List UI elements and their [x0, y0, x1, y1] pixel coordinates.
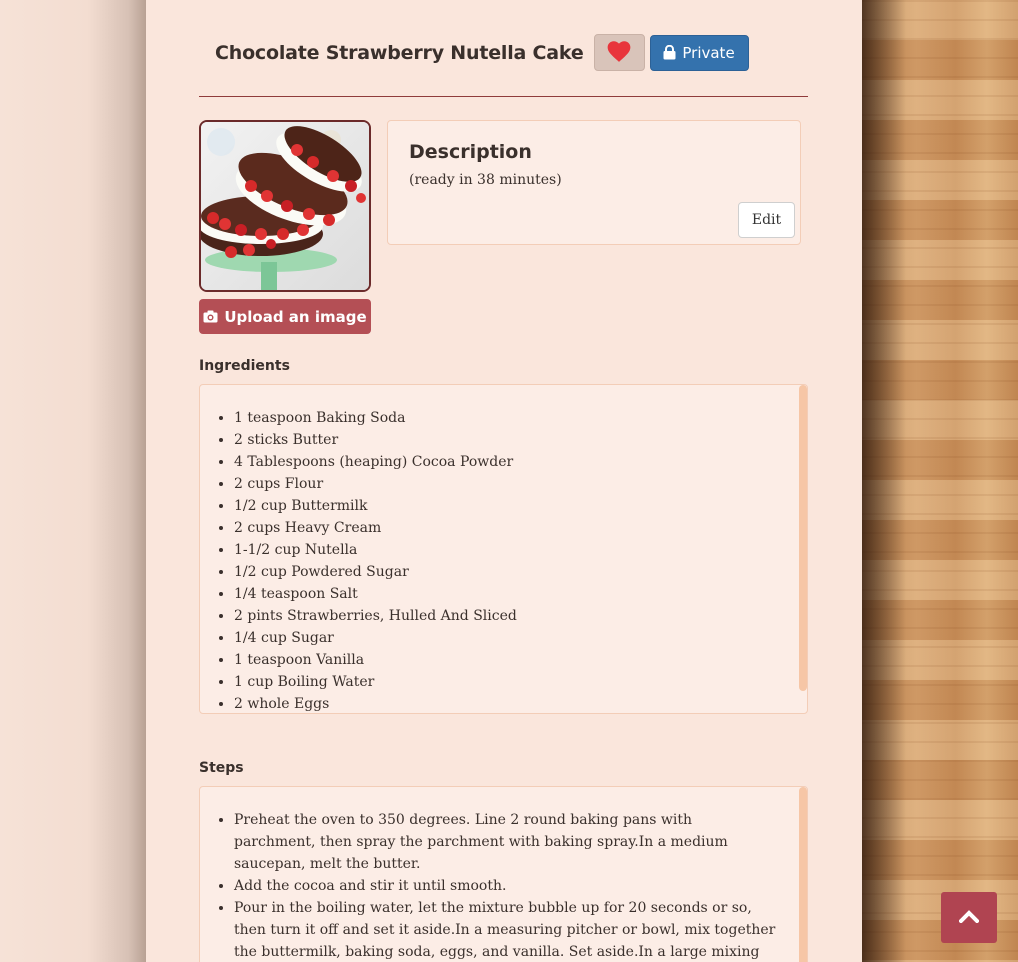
ingredient-item: 1 teaspoon Vanilla [234, 649, 787, 671]
title-row: Chocolate Strawberry Nutella Cake Privat… [215, 34, 749, 71]
title-divider [199, 96, 808, 97]
lock-icon [663, 45, 676, 60]
ingredient-item: 2 cups Heavy Cream [234, 517, 787, 539]
steps-scrollbar[interactable] [799, 787, 807, 962]
upload-image-label: Upload an image [224, 307, 367, 326]
ingredients-box[interactable]: 1 teaspoon Baking Soda2 sticks Butter4 T… [199, 384, 808, 714]
ingredient-item: 1-1/2 cup Nutella [234, 539, 787, 561]
recipe-photo [199, 120, 371, 292]
ingredient-item: 2 sticks Butter [234, 429, 787, 451]
wood-background [862, 0, 1018, 962]
scroll-to-top-button[interactable] [941, 892, 997, 943]
recipe-page: Chocolate Strawberry Nutella Cake Privat… [146, 0, 862, 962]
ingredients-scrollbar[interactable] [799, 385, 807, 691]
steps-box[interactable]: Preheat the oven to 350 degrees. Line 2 … [199, 786, 808, 962]
steps-list: Preheat the oven to 350 degrees. Line 2 … [200, 809, 777, 962]
ingredients-list: 1 teaspoon Baking Soda2 sticks Butter4 T… [200, 407, 787, 713]
favorite-button[interactable] [593, 34, 645, 71]
ingredient-item: 1 cup Boiling Water [234, 671, 787, 693]
private-button[interactable]: Private [649, 34, 749, 71]
ingredient-item: 4 Tablespoons (heaping) Cocoa Powder [234, 451, 787, 473]
chevron-up-icon [958, 908, 980, 927]
recipe-title: Chocolate Strawberry Nutella Cake [215, 41, 584, 64]
ingredient-item: 1/2 cup Buttermilk [234, 495, 787, 517]
ready-time-text: (ready in 38 minutes) [409, 172, 562, 188]
book-left-page [0, 0, 146, 962]
upload-image-button[interactable]: Upload an image [199, 299, 371, 334]
step-item: Preheat the oven to 350 degrees. Line 2 … [234, 809, 777, 875]
ingredient-item: 2 pints Strawberries, Hulled And Sliced [234, 605, 787, 627]
ingredient-item: 1/2 cup Powdered Sugar [234, 561, 787, 583]
ingredient-item: 1/4 teaspoon Salt [234, 583, 787, 605]
heart-icon [606, 39, 632, 67]
description-heading: Description [409, 141, 532, 163]
description-card: Description (ready in 38 minutes) Edit [387, 120, 801, 245]
step-item: Add the cocoa and stir it until smooth. [234, 875, 777, 897]
ingredient-item: 2 whole Eggs [234, 693, 787, 713]
step-item: Pour in the boiling water, let the mixtu… [234, 897, 777, 962]
ingredient-item: 1/4 cup Sugar [234, 627, 787, 649]
ingredient-item: 2 cups Flour [234, 473, 787, 495]
steps-heading: Steps [199, 760, 244, 776]
private-label: Private [682, 43, 735, 62]
edit-description-button[interactable]: Edit [738, 202, 795, 238]
camera-icon [203, 310, 218, 323]
ingredient-item: 1 teaspoon Baking Soda [234, 407, 787, 429]
ingredients-heading: Ingredients [199, 358, 290, 374]
